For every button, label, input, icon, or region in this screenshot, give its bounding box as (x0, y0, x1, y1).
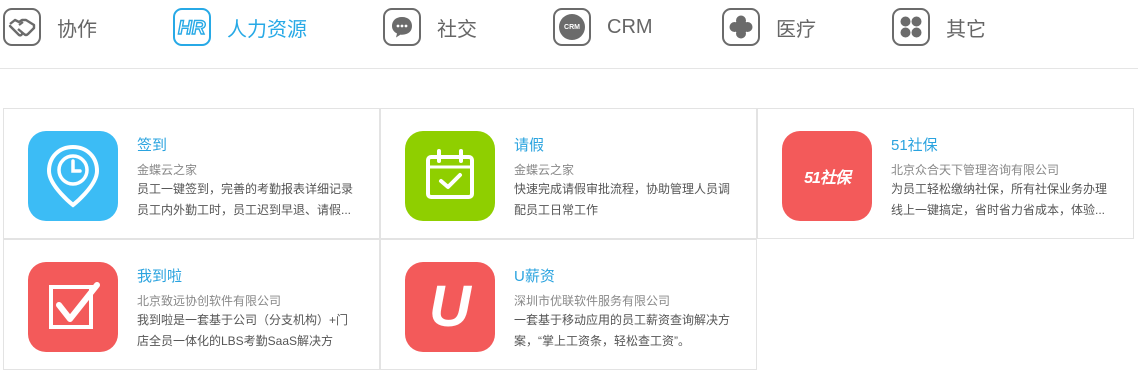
app-name[interactable]: 请假 (514, 134, 544, 155)
tab-label: 医疗 (776, 18, 816, 41)
app-card-51shebao[interactable]: 51社保 51社保 北京众合天下管理咨询有限公司 为员工轻松缴纳社保，所有社保业… (757, 108, 1134, 239)
tab-medical[interactable]: 医疗 (722, 6, 816, 48)
category-tabs: 协作 HR 人力资源 社交 CRM CRM 医疗 其它 (0, 0, 1138, 69)
app-description: 快速完成请假审批流程，协助管理人员调配员工日常工作 (514, 182, 731, 217)
app-vendor: 深圳市优联软件服务有限公司 (514, 294, 671, 308)
tab-label: 社交 (437, 18, 477, 41)
tab-other[interactable]: 其它 (892, 6, 986, 48)
handshake-icon (3, 8, 41, 46)
app-description: 为员工轻松缴纳社保，所有社保业务办理线上一键搞定，省时省力省成本，体验... (891, 182, 1108, 217)
location-clock-icon (28, 131, 118, 221)
hr-icon: HR (173, 8, 211, 46)
tab-label: CRM (607, 15, 653, 38)
tab-crm[interactable]: CRM CRM (553, 6, 653, 48)
tab-social[interactable]: 社交 (383, 6, 477, 48)
u-logo-icon: U (405, 262, 495, 352)
app-card-checkin[interactable]: 签到 金蝶云之家 员工一键签到，完善的考勤报表详细记录员工内外勤工时，员工迟到早… (3, 108, 380, 239)
51shebao-logo-icon: 51社保 (782, 131, 872, 221)
tab-label: 协作 (57, 18, 97, 41)
app-card-u-salary[interactable]: U U薪资 深圳市优联软件服务有限公司 一套基于移动应用的员工薪资查询解决方案，… (380, 239, 757, 370)
tab-collaboration[interactable]: 协作 (3, 6, 97, 48)
app-description: 我到啦是一套基于公司（分支机构）+门店全员一体化的LBS考勤SaaS解决方案。.… (137, 313, 349, 348)
app-name[interactable]: 51社保 (891, 134, 938, 155)
51shebao-logo-text: 51社保 (804, 170, 851, 187)
tab-label: 其它 (946, 18, 986, 41)
checkbox-check-icon (28, 262, 118, 352)
app-vendor: 北京致远协创软件有限公司 (137, 294, 282, 308)
app-name[interactable]: 签到 (137, 134, 167, 155)
tab-human-resources[interactable]: HR 人力资源 (173, 6, 307, 48)
calendar-check-icon (405, 131, 495, 221)
u-logo-text: U (429, 274, 471, 339)
crm-icon: CRM (553, 8, 591, 46)
tab-label: 人力资源 (227, 18, 307, 41)
app-vendor: 北京众合天下管理咨询有限公司 (891, 163, 1060, 177)
crm-icon-text: CRM (564, 23, 580, 31)
app-description: 一套基于移动应用的员工薪资查询解决方案，“掌上工资条，轻松查工资”。 (514, 313, 731, 348)
app-card-leave[interactable]: 请假 金蝶云之家 快速完成请假审批流程，协助管理人员调配员工日常工作 (380, 108, 757, 239)
medical-cross-icon (722, 8, 760, 46)
app-name[interactable]: 我到啦 (137, 265, 182, 286)
app-vendor: 金蝶云之家 (137, 163, 198, 177)
app-name[interactable]: U薪资 (514, 265, 555, 286)
app-card-woDaoLa[interactable]: 我到啦 北京致远协创软件有限公司 我到啦是一套基于公司（分支机构）+门店全员一体… (3, 239, 380, 370)
svg-text:HR: HR (178, 18, 206, 38)
app-description: 员工一键签到，完善的考勤报表详细记录员工内外勤工时，员工迟到早退、请假... (137, 182, 354, 217)
chat-bubble-icon (383, 8, 421, 46)
app-vendor: 金蝶云之家 (514, 163, 575, 177)
four-dots-icon (892, 8, 930, 46)
